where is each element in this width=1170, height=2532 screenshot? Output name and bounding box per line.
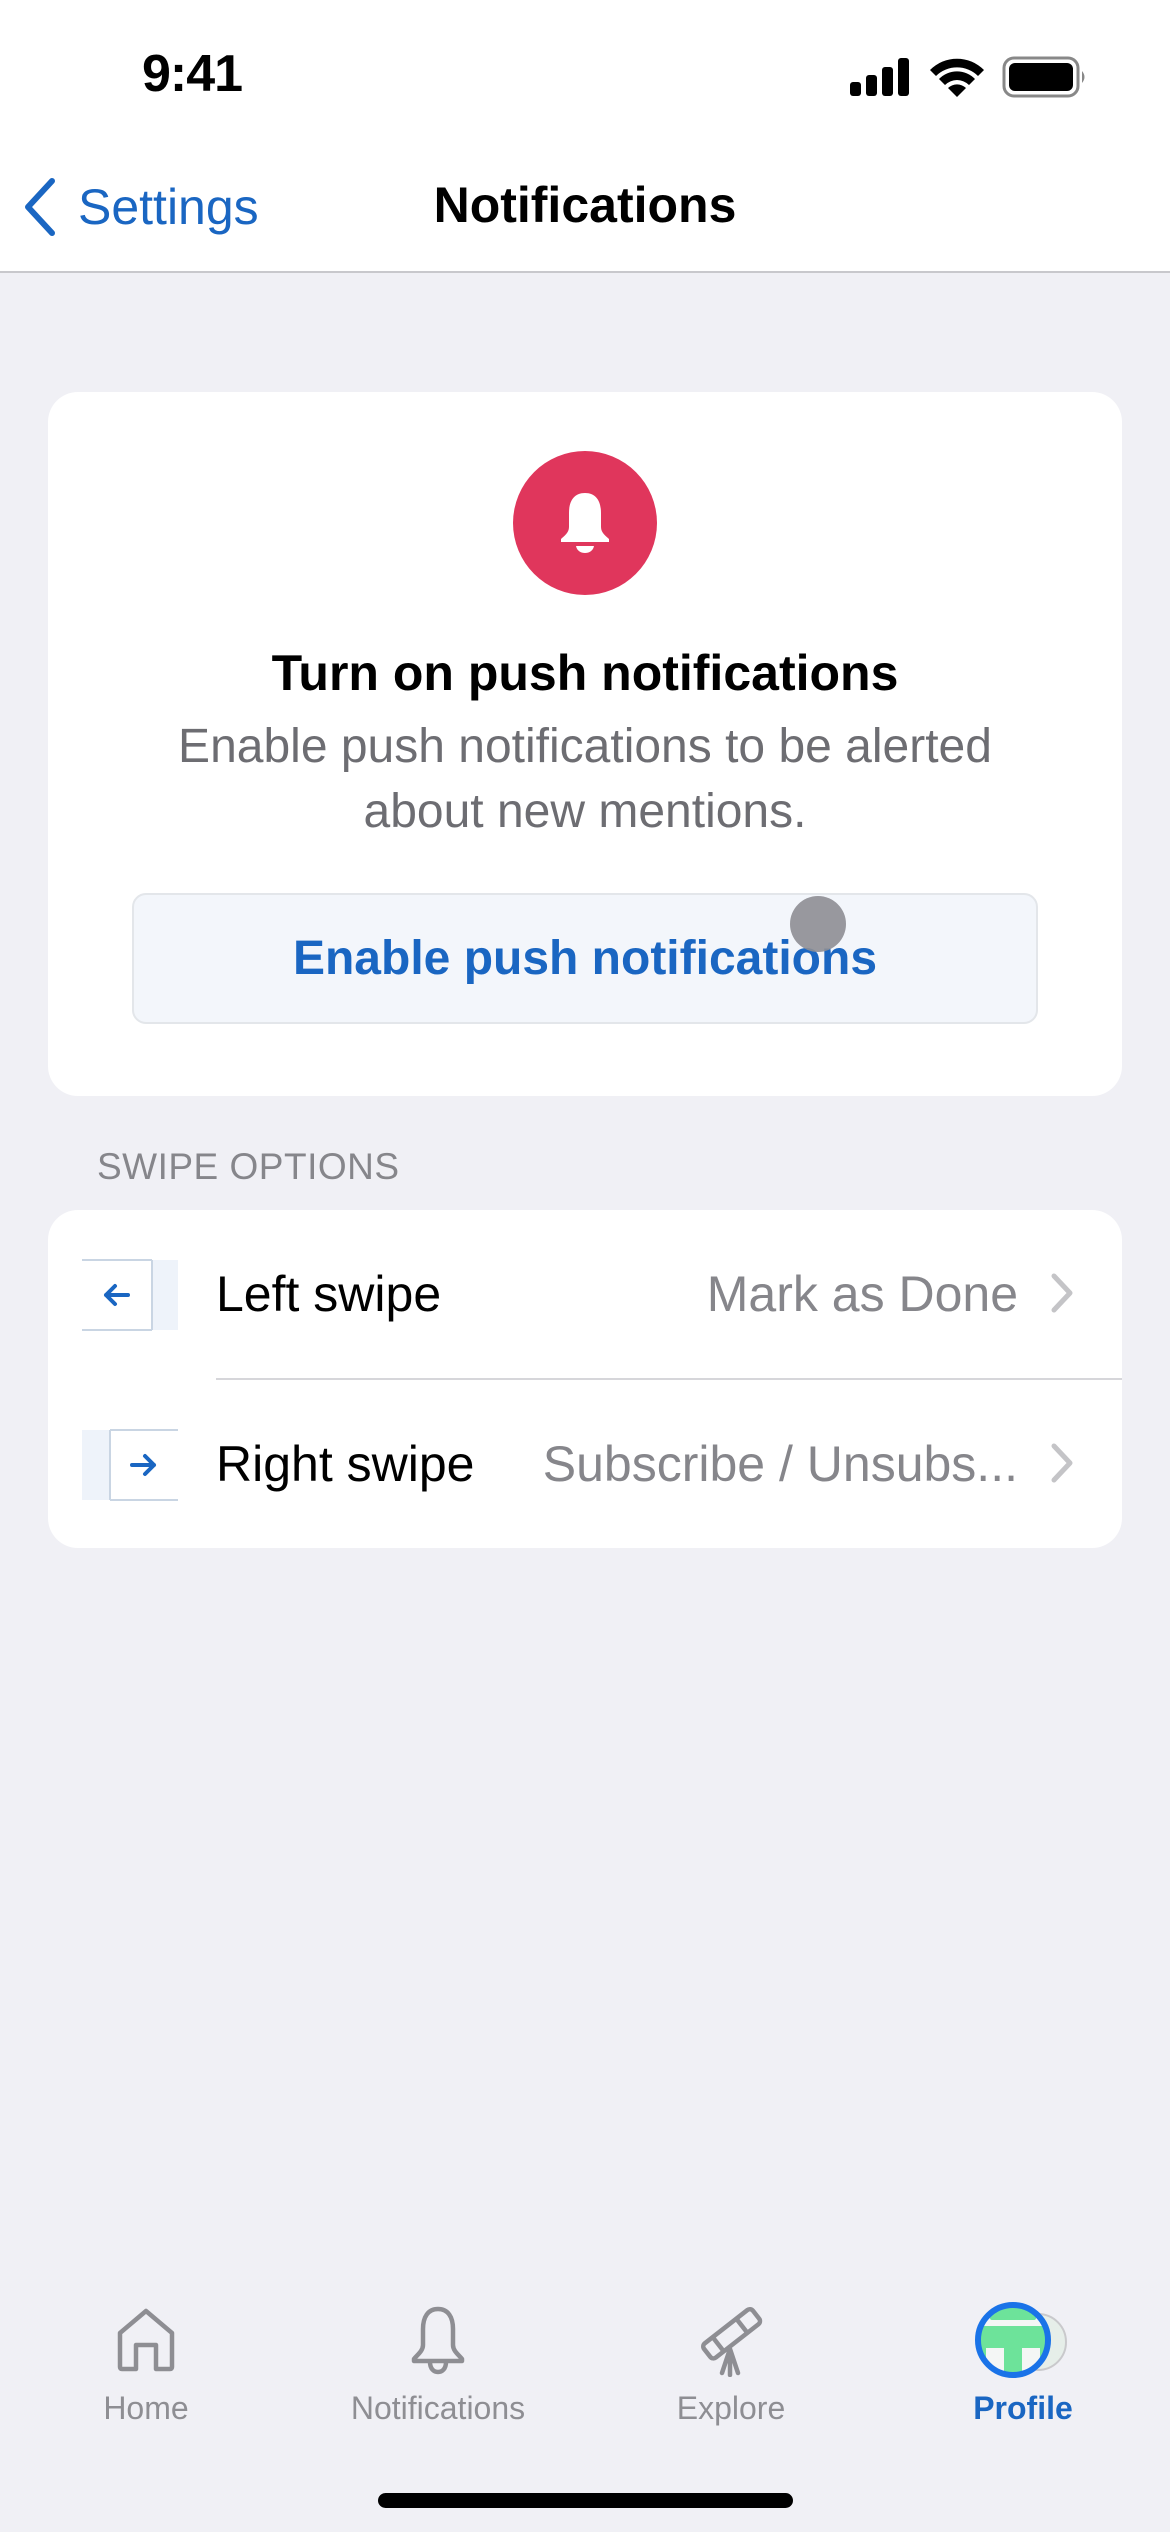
top-bar: 9:41 Settings Notifications xyxy=(0,0,1170,273)
push-card-title: Turn on push notifications xyxy=(271,645,899,701)
tab-notifications[interactable]: Notifications xyxy=(292,2270,584,2440)
page-title: Notifications xyxy=(433,177,737,233)
status-time: 9:41 xyxy=(141,45,243,103)
push-card-description: Enable push notifications to be alerted … xyxy=(178,720,992,838)
bell-icon xyxy=(561,493,609,553)
push-notifications-card: Turn on push notifications Enable push n… xyxy=(48,392,1122,1096)
tab-label: Explore xyxy=(676,2390,786,2426)
avatar-icon xyxy=(975,2302,1067,2378)
tab-label: Home xyxy=(103,2390,189,2426)
touch-indicator xyxy=(790,896,846,952)
tab-label: Profile xyxy=(973,2390,1073,2426)
tab-home[interactable]: Home xyxy=(0,2270,292,2440)
arrow-right-icon xyxy=(130,1454,156,1476)
status-icons xyxy=(850,56,1088,98)
arrow-left-icon xyxy=(104,1284,130,1306)
tab-profile[interactable]: Profile xyxy=(877,2270,1169,2440)
swipe-row-value: Subscribe / Unsubs... xyxy=(542,1436,1018,1492)
bell-outline-icon xyxy=(411,2306,465,2375)
enable-push-notifications-button[interactable]: Enable push notifications xyxy=(132,893,1038,1024)
swipe-row-label: Right swipe xyxy=(216,1436,475,1492)
cellular-signal-icon xyxy=(850,58,909,96)
swipe-row-value: Mark as Done xyxy=(706,1266,1018,1322)
home-icon xyxy=(117,2308,175,2372)
chevron-right-icon xyxy=(1051,1273,1073,1313)
swipe-row-label: Left swipe xyxy=(216,1266,442,1322)
tab-explore[interactable]: Explore xyxy=(585,2270,877,2440)
telescope-icon xyxy=(701,2306,763,2377)
wifi-icon xyxy=(930,58,984,97)
left-swipe-preview xyxy=(82,1259,178,1331)
battery-icon xyxy=(1002,56,1085,98)
bell-badge xyxy=(513,451,657,595)
chevron-right-icon xyxy=(1051,1443,1073,1483)
swipe-row-left[interactable]: Left swipe Mark as Done xyxy=(48,1210,1122,1380)
home-indicator[interactable] xyxy=(378,2493,793,2508)
enable-push-notifications-label: Enable push notifications xyxy=(292,932,878,985)
swipe-row-right[interactable]: Right swipe Subscribe / Unsubs... xyxy=(48,1380,1122,1548)
right-swipe-preview xyxy=(82,1429,178,1501)
swipe-options-header: SWIPE OPTIONS xyxy=(97,1146,400,1187)
tab-label: Notifications xyxy=(350,2390,526,2426)
swipe-options-card: Left swipe Mark as Done Right swipe Subs… xyxy=(48,1210,1122,1548)
